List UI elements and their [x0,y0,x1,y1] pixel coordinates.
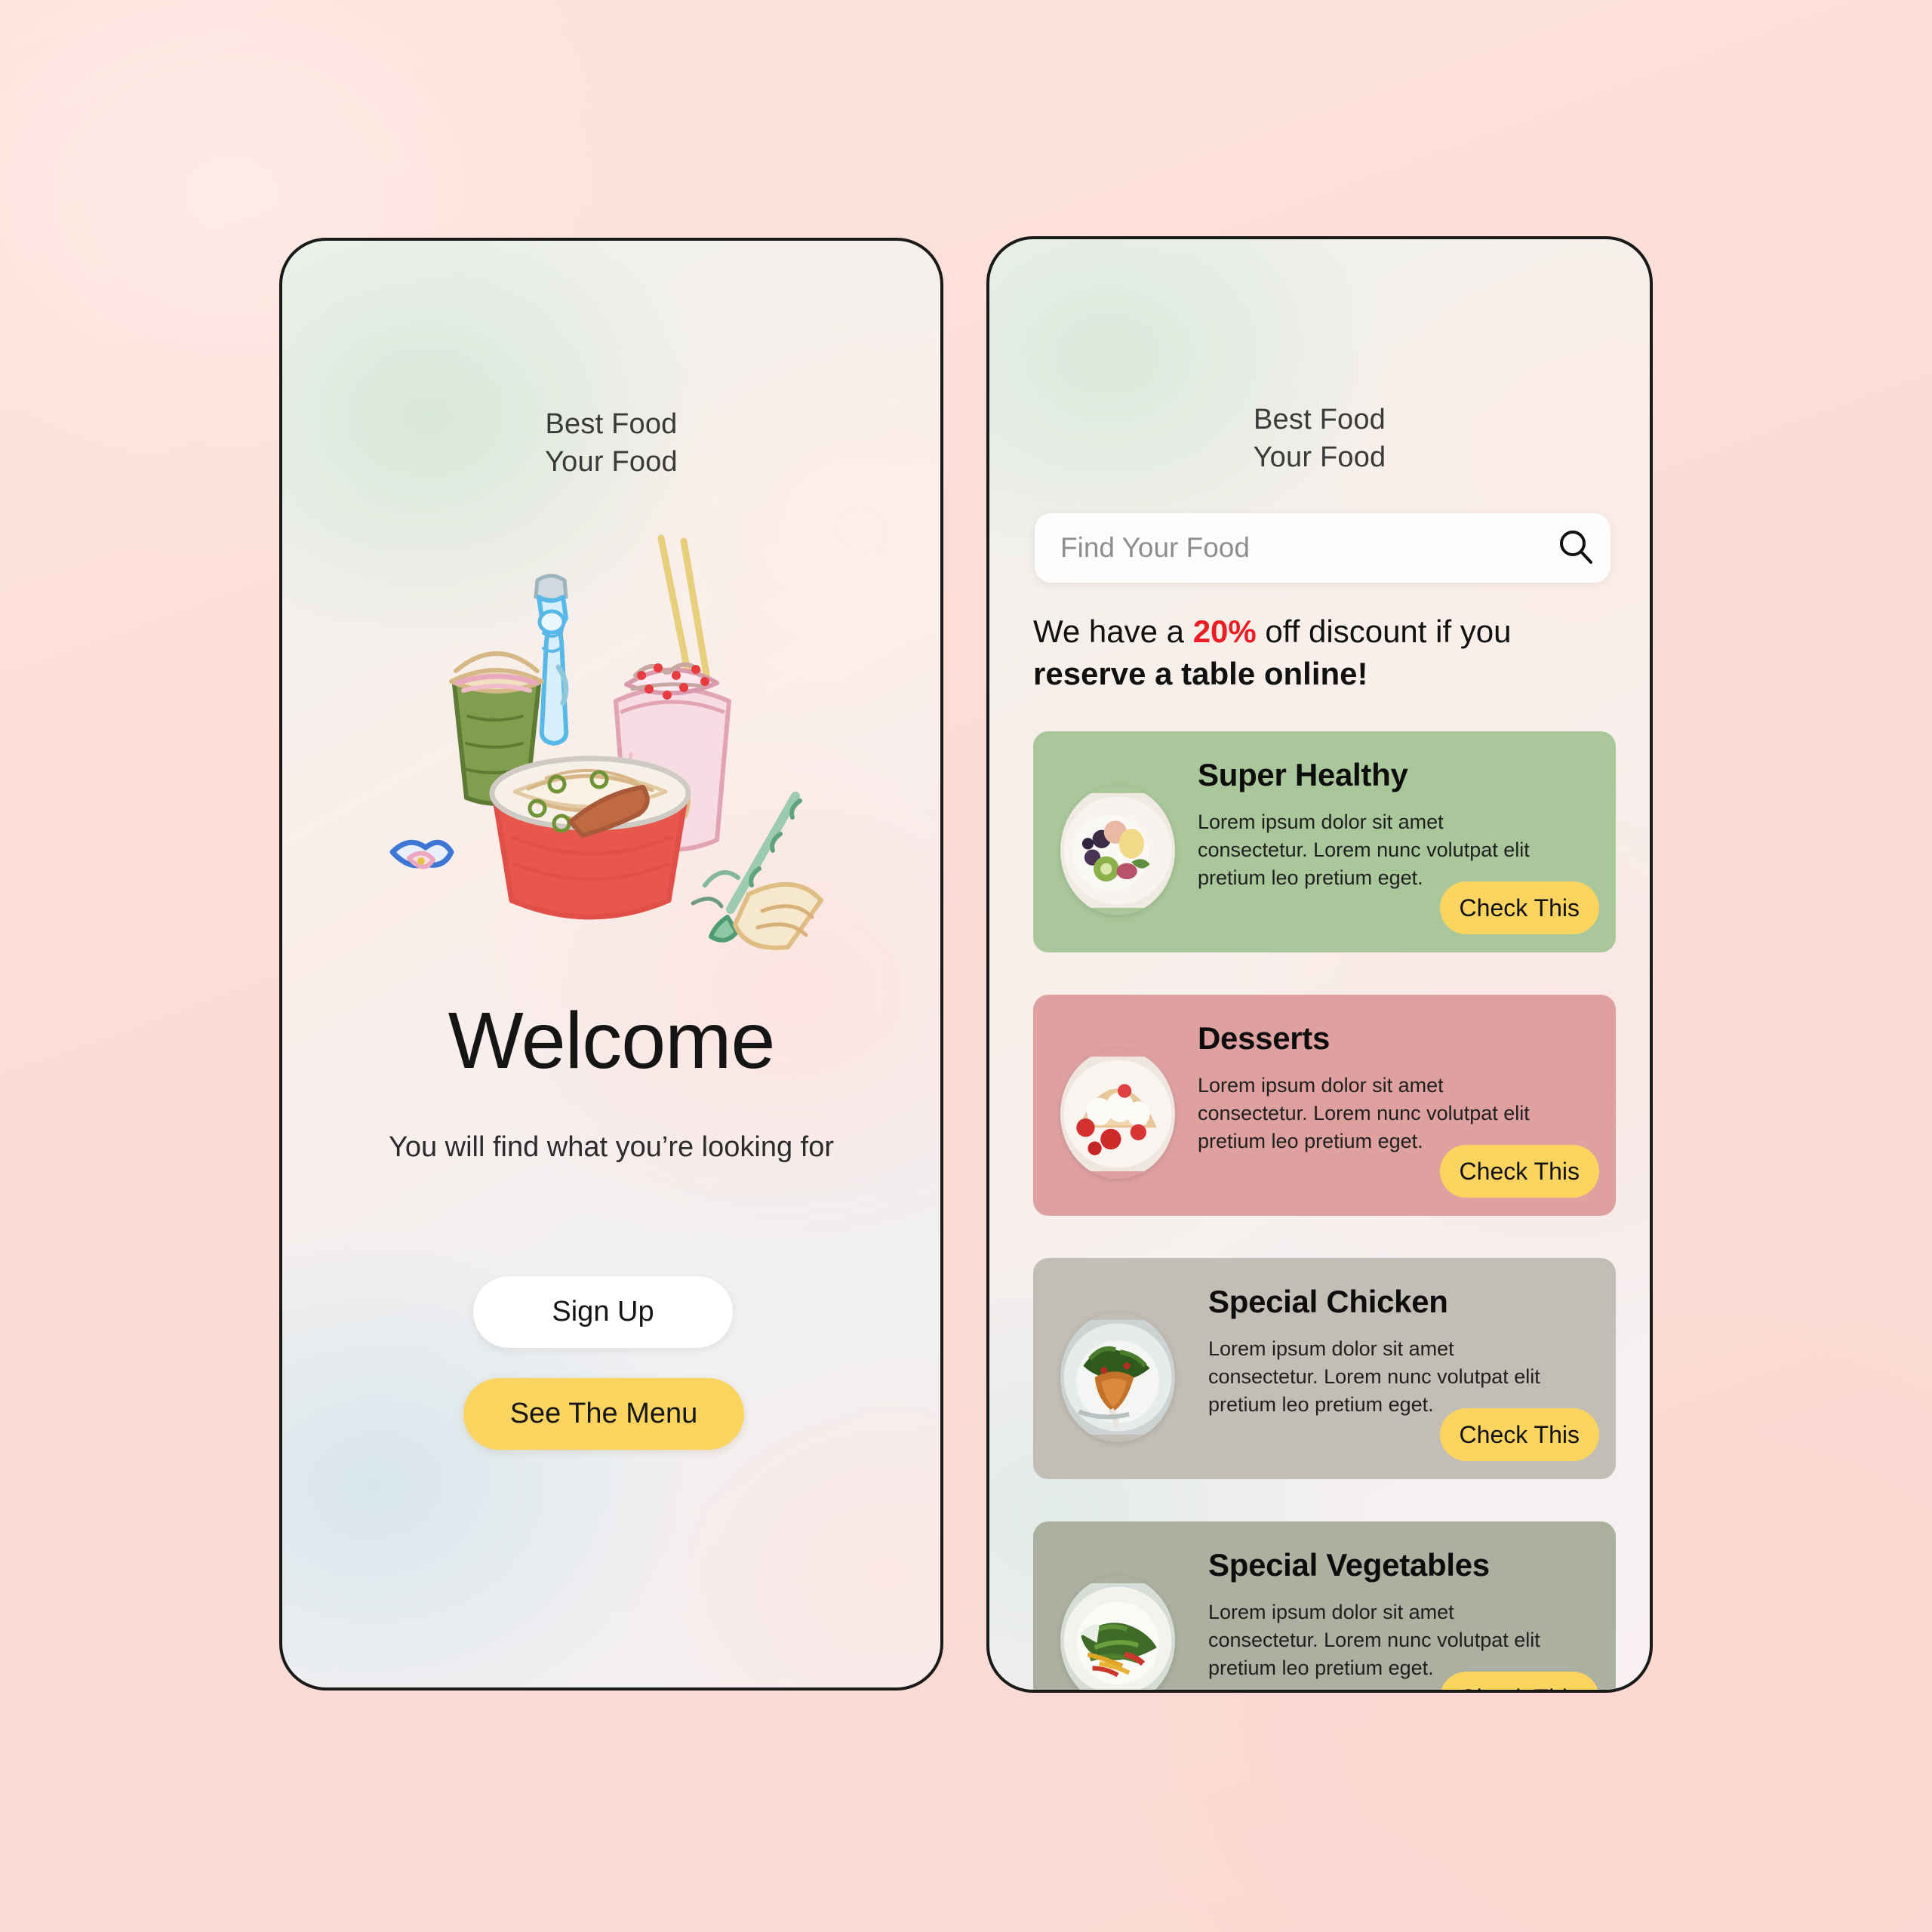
card-super-healthy[interactable]: Super Healthy Lorem ipsum dolor sit amet… [1033,731,1616,952]
card-description: Lorem ipsum dolor sit amet consectetur. … [1208,1337,1540,1416]
brand-line-2: Your Food [1253,441,1386,474]
check-this-button[interactable]: Check This [1439,1145,1599,1198]
fruit-bowl-photo [1060,786,1175,915]
food-illustration [373,528,856,995]
welcome-subtitle: You will find what you’re looking for [388,1131,835,1163]
card-description: Lorem ipsum dolor sit amet consectetur. … [1198,1074,1530,1152]
brand-line-2: Your Food [545,446,678,478]
card-description: Lorem ipsum dolor sit amet consectetur. … [1198,811,1530,889]
page-title: Welcome [448,996,776,1085]
welcome-screen: Best Food Your Food Welcome You will fin… [282,241,940,1687]
phone-mockup-welcome: Best Food Your Food Welcome You will fin… [279,238,943,1690]
sign-up-button[interactable]: Sign Up [473,1276,733,1348]
search-bar[interactable] [1035,513,1611,583]
card-title: Super Healthy [1198,757,1408,792]
brand-title: Best Food Your Food [989,401,1650,476]
brand-line-1: Best Food [545,408,678,440]
promo-text-bold: reserve a table online! [1033,655,1368,691]
card-special-vegetables[interactable]: Special Vegetables Lorem ipsum dolor sit… [1033,1521,1616,1690]
phone-mockup-browse: Best Food Your Food We have a 20% off di… [986,236,1653,1693]
brand-line-1: Best Food [1253,404,1386,435]
promo-banner: We have a 20% off discount if you reserv… [1033,611,1617,695]
card-title: Desserts [1198,1020,1331,1056]
category-card-list: Super Healthy Lorem ipsum dolor sit amet… [1033,731,1616,1690]
see-the-menu-button[interactable]: See The Menu [463,1378,744,1450]
search-icon [1555,527,1596,570]
brand-title: Best Food Your Food [282,405,940,481]
card-desserts[interactable]: Desserts Lorem ipsum dolor sit amet cons… [1033,995,1616,1216]
check-this-button[interactable]: Check This [1439,1672,1599,1690]
promo-percent: 20% [1192,614,1257,649]
vegetable-plate-photo [1060,1576,1175,1690]
card-special-chicken[interactable]: Special Chicken Lorem ipsum dolor sit am… [1033,1258,1616,1479]
roast-chicken-photo [1060,1312,1175,1442]
search-button[interactable] [1541,513,1611,583]
browse-screen: Best Food Your Food We have a 20% off di… [989,239,1650,1690]
check-this-button[interactable]: Check This [1439,881,1599,934]
promo-text-2: off discount if you [1256,614,1512,649]
check-this-button[interactable]: Check This [1439,1408,1599,1461]
dessert-plate-photo [1060,1049,1175,1179]
card-description: Lorem ipsum dolor sit amet consectetur. … [1208,1601,1540,1679]
card-title: Special Vegetables [1208,1547,1490,1583]
search-input[interactable] [1035,532,1541,564]
promo-text-1: We have a [1033,614,1193,649]
card-title: Special Chicken [1208,1284,1448,1319]
